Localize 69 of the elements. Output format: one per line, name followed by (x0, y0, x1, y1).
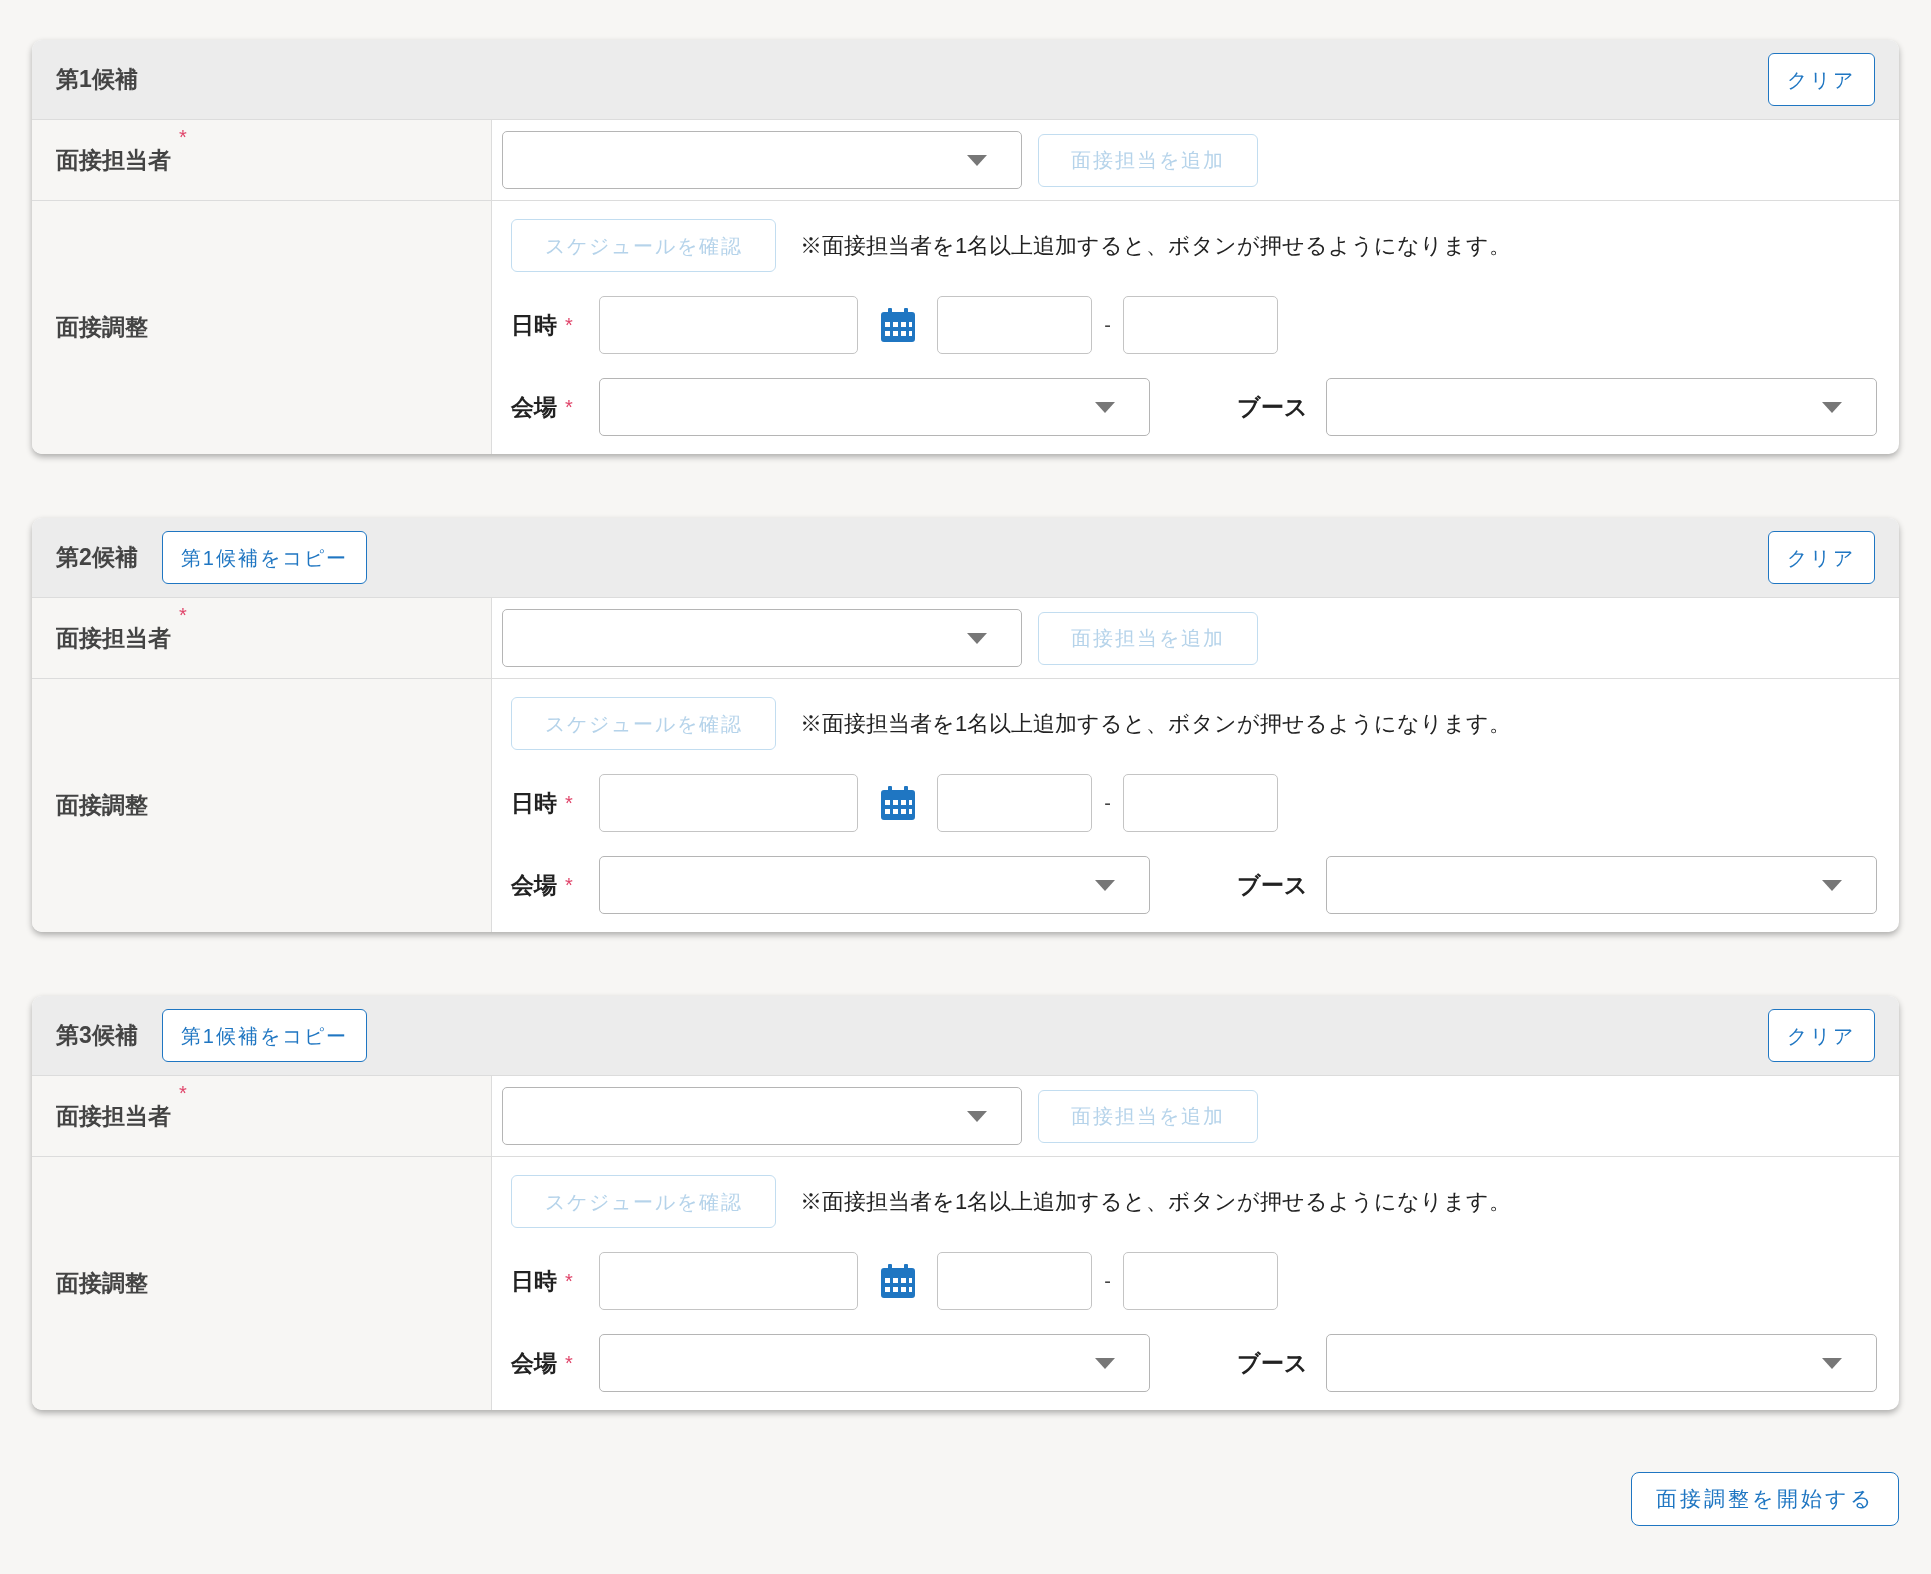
select-field[interactable] (1326, 378, 1877, 436)
dropdown-caret-icon (967, 632, 987, 644)
select-field[interactable] (502, 609, 1022, 667)
field-label: 会場 (511, 1348, 557, 1378)
start-adjustment-button[interactable]: 面接調整を開始する (1631, 1472, 1899, 1526)
time-separator: - (1103, 1269, 1112, 1294)
clear-button[interactable]: クリア (1768, 531, 1875, 584)
select-field[interactable] (502, 131, 1022, 189)
calendar-icon (880, 786, 915, 820)
required-mark: * (179, 1081, 187, 1106)
required-mark: * (565, 1350, 573, 1376)
field-label: 日時 (511, 310, 557, 340)
dropdown-caret-icon (967, 154, 987, 166)
calendar-icon (880, 308, 915, 342)
select-field[interactable] (599, 856, 1150, 914)
input-field[interactable] (937, 1252, 1092, 1310)
field-label: 面接担当者 (56, 1101, 171, 1131)
input-field[interactable] (1123, 296, 1278, 354)
input-field[interactable] (937, 296, 1092, 354)
field-label: 面接調整 (56, 791, 148, 821)
clear-button[interactable]: クリア (1768, 53, 1875, 106)
input-field[interactable] (599, 296, 858, 354)
field-label: 会場 (511, 392, 557, 422)
select-field[interactable] (502, 1087, 1022, 1145)
required-mark: * (179, 125, 187, 150)
copy-button[interactable]: 第1候補をコピー (161, 531, 367, 584)
field-label: 日時 (511, 788, 557, 818)
card-title: 第2候補 (56, 543, 138, 573)
dropdown-caret-icon (1095, 401, 1115, 413)
time-separator: - (1103, 791, 1112, 816)
field-label: 面接担当者 (56, 145, 171, 175)
dropdown-caret-icon (1822, 1357, 1842, 1369)
card-title: 第3候補 (56, 1021, 138, 1051)
select-field[interactable] (1326, 1334, 1877, 1392)
required-mark: * (565, 1268, 573, 1294)
dropdown-caret-icon (1822, 879, 1842, 891)
required-mark: * (179, 603, 187, 628)
input-field[interactable] (599, 1252, 858, 1310)
select-field[interactable] (599, 378, 1150, 436)
field-label: ブース (1237, 870, 1308, 900)
field-label: 面接調整 (56, 1269, 148, 1299)
select-field[interactable] (1326, 856, 1877, 914)
dropdown-caret-icon (1095, 1357, 1115, 1369)
clear-button[interactable]: クリア (1768, 1009, 1875, 1062)
input-field[interactable] (599, 774, 858, 832)
input-field[interactable] (937, 774, 1092, 832)
input-field[interactable] (1123, 774, 1278, 832)
required-mark: * (565, 312, 573, 338)
card-title: 第1候補 (56, 65, 138, 95)
field-label: ブース (1237, 1348, 1308, 1378)
copy-button[interactable]: 第1候補をコピー (161, 1009, 367, 1062)
time-separator: - (1103, 313, 1112, 338)
dropdown-caret-icon (1822, 401, 1842, 413)
hint-text: ※面接担当者を1名以上追加すると、ボタンが押せるようになります。 (800, 1188, 1512, 1216)
calendar-icon (880, 1264, 915, 1298)
hint-text: ※面接担当者を1名以上追加すると、ボタンが押せるようになります。 (800, 232, 1512, 260)
required-mark: * (565, 394, 573, 420)
field-label: ブース (1237, 392, 1308, 422)
field-label: 面接担当者 (56, 623, 171, 653)
field-label: 日時 (511, 1266, 557, 1296)
required-mark: * (565, 790, 573, 816)
required-mark: * (565, 872, 573, 898)
select-field[interactable] (599, 1334, 1150, 1392)
field-label: 会場 (511, 870, 557, 900)
field-label: 面接調整 (56, 313, 148, 343)
input-field[interactable] (1123, 1252, 1278, 1310)
dropdown-caret-icon (1095, 879, 1115, 891)
hint-text: ※面接担当者を1名以上追加すると、ボタンが押せるようになります。 (800, 710, 1512, 738)
dropdown-caret-icon (967, 1110, 987, 1122)
